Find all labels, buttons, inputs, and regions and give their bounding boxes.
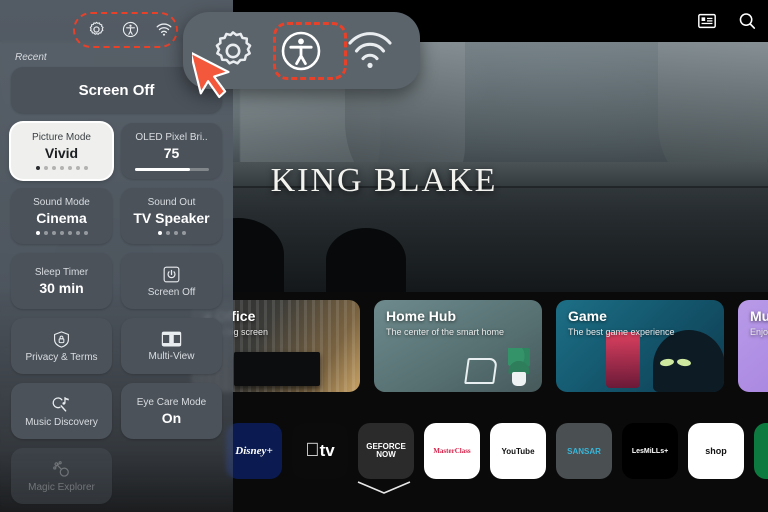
pagination-dots [35,231,88,235]
card-subtitle: The center of the smart home [386,327,505,337]
tv-screen: KING BLAKE Office n the big screen Home … [0,0,768,512]
chevron-down-icon[interactable] [354,479,414,502]
app-sansar[interactable]: SANSAR [556,423,612,479]
tile-label: Picture Mode [32,132,91,143]
tile-value: Cinema [36,210,87,226]
tile-music-discovery[interactable]: Music Discovery [11,383,112,439]
tile-label: Screen Off [147,286,196,298]
card-glow-graphic [606,332,641,388]
tile-label: Privacy & Terms [25,351,98,363]
tile-sleep-timer[interactable]: Sleep Timer 30 min [11,253,112,309]
tile-label: OLED Pixel Bri.. [135,131,208,143]
card-subtitle: The best game experience [568,327,675,337]
gear-icon[interactable] [86,19,106,39]
card-subtitle: Enjoying m [750,327,768,337]
shield-lock-icon [52,330,71,349]
app-lesmills[interactable]: LesMiLLs+ [622,423,678,479]
app-masterclass[interactable]: MasterClass [424,423,480,479]
wifi-icon[interactable] [346,27,394,75]
tile-multi-view[interactable]: Multi-View [121,318,222,374]
card-title: Game [568,308,607,324]
app-shoptime[interactable]: shop [688,423,744,479]
app-label: MasterClass [433,447,471,455]
tile-screen-off[interactable]: Screen Off [121,253,222,309]
card-title: Music [750,308,768,324]
tile-value: 75 [163,144,180,161]
card-chair-graphic [464,358,498,384]
card-pot-graphic [512,372,526,386]
app-label: Disney+ [235,445,273,457]
tile-value: TV Speaker [133,210,210,226]
tile-label: Sound Mode [33,197,90,208]
hero-title: KING BLAKE [270,162,498,199]
tile-value: On [161,409,182,426]
search-icon[interactable] [736,10,758,32]
gear-icon[interactable] [209,27,257,75]
tile-label: Sleep Timer [34,266,89,278]
tile-picture-mode[interactable]: Picture Mode Vivid [11,123,112,179]
magnified-icon-overlay [183,12,420,89]
card-tv-graphic [234,352,320,386]
app-label: GEFORCE NOW [366,441,406,459]
tile-sound-mode[interactable]: Sound Mode Cinema [11,188,112,244]
guide-icon[interactable] [696,10,718,32]
music-search-icon [51,395,72,414]
app-disney-plus[interactable]: Disney+ [226,423,282,479]
tile-sound-out[interactable]: Sound Out TV Speaker [121,188,222,244]
tile-oled-pixel-brightness[interactable]: OLED Pixel Bri.. 75 [121,123,222,179]
power-icon [162,265,181,284]
app-apple-tv[interactable]: tv [292,423,348,479]
app-extra[interactable] [754,423,768,479]
card-title: Home Hub [386,308,456,324]
app-label: SANSAR [567,446,601,456]
tile-label: Magic Explorer [28,481,95,493]
app-label: tv [312,441,335,460]
card-game[interactable]: Game The best game experience [556,300,724,392]
card-home-hub[interactable]: Home Hub The center of the smart home [374,300,542,392]
pagination-dots [35,166,88,170]
split-screen-icon [161,330,182,348]
tile-value: Vivid [44,145,79,161]
tile-magic-explorer[interactable]: Magic Explorer [11,448,112,504]
tile-privacy-terms[interactable]: Privacy & Terms [11,318,112,374]
tile-label: Eye Care Mode [136,396,207,408]
card-music[interactable]: Music Enjoying m [738,300,768,392]
app-label: shop [705,446,727,456]
tile-value: 30 min [39,279,84,296]
app-label: YouTube [501,446,535,456]
apple-logo-icon:  [305,440,319,462]
wifi-icon[interactable] [154,19,174,39]
accessibility-icon[interactable] [277,27,325,75]
app-label: LesMiLLs+ [631,447,669,455]
pagination-dots [157,231,186,235]
card-plant-graphic [508,348,530,374]
tile-label: Music Discovery [25,416,98,428]
app-youtube[interactable]: YouTube [490,423,546,479]
tile-label: Sound Out [147,197,196,208]
accessibility-icon[interactable] [120,19,140,39]
brightness-slider[interactable] [134,167,209,171]
quick-settings-tiles: Picture Mode Vivid OLED Pixel Bri.. 75 S… [11,123,222,504]
tile-label: Multi-View [148,351,195,362]
tile-eye-care-mode[interactable]: Eye Care Mode On [121,383,222,439]
app-geforce-now[interactable]: GEFORCE NOW [358,423,414,479]
magic-explorer-icon [51,460,72,479]
